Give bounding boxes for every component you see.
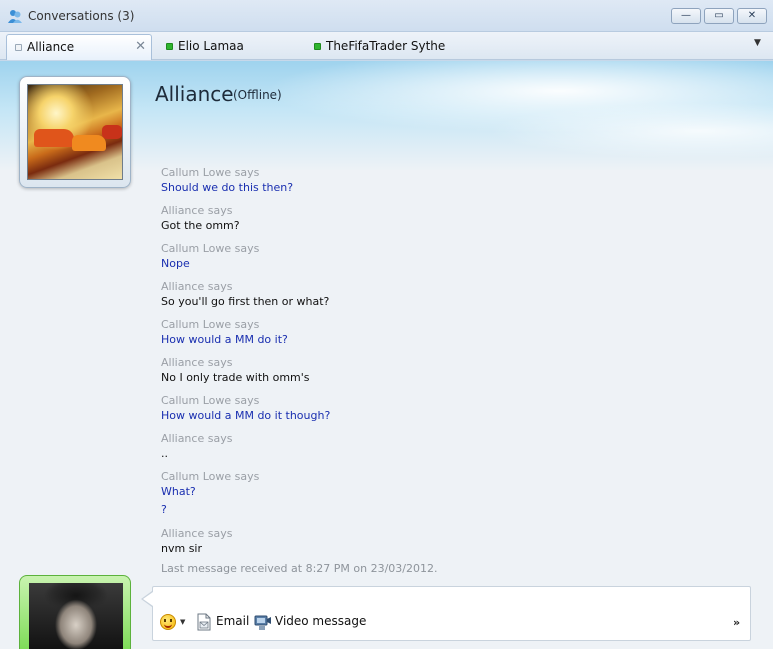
messenger-icon xyxy=(8,10,22,23)
offline-status-icon xyxy=(15,44,22,51)
tab-alliance[interactable]: Alliance ✕ xyxy=(6,34,152,60)
message-text: How would a MM do it? xyxy=(161,333,288,346)
restore-button[interactable]: ▭ xyxy=(704,8,734,24)
minimize-button[interactable]: — xyxy=(671,8,701,24)
message-item: Callum Lowe says Should we do this then? xyxy=(161,166,293,194)
message-sender: Callum Lowe says xyxy=(161,470,260,483)
email-icon[interactable] xyxy=(196,613,212,631)
message-item: Callum Lowe says How would a MM do it? xyxy=(161,318,288,346)
message-item: Alliance says Got the omm? xyxy=(161,204,240,232)
message-sender: Callum Lowe says xyxy=(161,394,260,407)
tab-close-icon[interactable]: ✕ xyxy=(135,35,146,59)
message-item: Callum Lowe says How would a MM do it th… xyxy=(161,394,330,422)
self-avatar-frame[interactable] xyxy=(19,575,131,649)
message-item: Alliance says nvm sir xyxy=(161,527,232,555)
tab-label: Elio Lamaa xyxy=(178,39,244,53)
tab-label: TheFifaTrader Sythe xyxy=(326,39,446,53)
video-message-button[interactable]: Video message xyxy=(275,614,366,632)
message-sender: Alliance says xyxy=(161,204,233,217)
message-text: Should we do this then? xyxy=(161,181,294,194)
emoticon-icon[interactable] xyxy=(160,614,176,630)
tab-thefifatrader-sythe[interactable]: TheFifaTrader Sythe xyxy=(306,34,506,60)
more-options-icon[interactable]: » xyxy=(733,616,740,629)
message-item: ? xyxy=(161,501,167,516)
email-button[interactable]: Email xyxy=(216,614,249,632)
message-item: Callum Lowe says Nope xyxy=(161,242,259,270)
message-text: How would a MM do it though? xyxy=(161,409,331,422)
avatar-detail xyxy=(102,125,122,139)
message-text: What? xyxy=(161,485,196,498)
online-status-icon xyxy=(166,43,173,50)
conversation-tab-bar: Alliance ✕ Elio Lamaa TheFifaTrader Syth… xyxy=(0,32,773,60)
emoticon-dropdown-icon[interactable]: ▼ xyxy=(180,618,185,626)
message-text: .. xyxy=(161,447,168,460)
message-text: Nope xyxy=(161,257,190,270)
conversation-pane: Alliance (Offline) Callum Lowe says Shou… xyxy=(0,61,773,649)
tab-elio-lamaa[interactable]: Elio Lamaa xyxy=(158,34,308,60)
window-title: Conversations (3) xyxy=(28,9,135,23)
tab-label: Alliance xyxy=(27,40,75,54)
message-text: Got the omm? xyxy=(161,219,240,232)
close-button[interactable]: ✕ xyxy=(737,8,767,24)
input-box-notch-fill xyxy=(143,592,153,606)
contact-avatar-frame[interactable] xyxy=(19,76,131,188)
message-text: No I only trade with omm's xyxy=(161,371,310,384)
video-message-icon[interactable] xyxy=(254,613,272,631)
last-message-timestamp: Last message received at 8:27 PM on 23/0… xyxy=(161,562,438,575)
message-sender: Alliance says xyxy=(161,527,233,540)
message-item: Alliance says So you'll go first then or… xyxy=(161,280,329,308)
title-bar: Conversations (3) — ▭ ✕ xyxy=(0,0,773,32)
self-avatar xyxy=(29,583,123,649)
message-item: Alliance says No I only trade with omm's xyxy=(161,356,310,384)
message-text: nvm sir xyxy=(161,542,203,555)
tab-list-dropdown-icon[interactable]: ▼ xyxy=(754,38,761,48)
message-sender: Callum Lowe says xyxy=(161,166,260,179)
online-status-icon xyxy=(314,43,321,50)
message-sender: Alliance says xyxy=(161,432,233,445)
message-text: So you'll go first then or what? xyxy=(161,295,330,308)
avatar-detail xyxy=(72,135,106,151)
message-sender: Callum Lowe says xyxy=(161,242,260,255)
contact-avatar xyxy=(27,84,123,180)
message-item: Callum Lowe says What? xyxy=(161,470,259,498)
message-sender: Callum Lowe says xyxy=(161,318,260,331)
avatar-detail xyxy=(34,129,74,147)
contact-status: (Offline) xyxy=(233,88,282,102)
message-text: ? xyxy=(161,503,167,516)
message-sender: Alliance says xyxy=(161,356,233,369)
message-item: Alliance says .. xyxy=(161,432,232,460)
message-sender: Alliance says xyxy=(161,280,233,293)
contact-name[interactable]: Alliance xyxy=(155,82,234,106)
